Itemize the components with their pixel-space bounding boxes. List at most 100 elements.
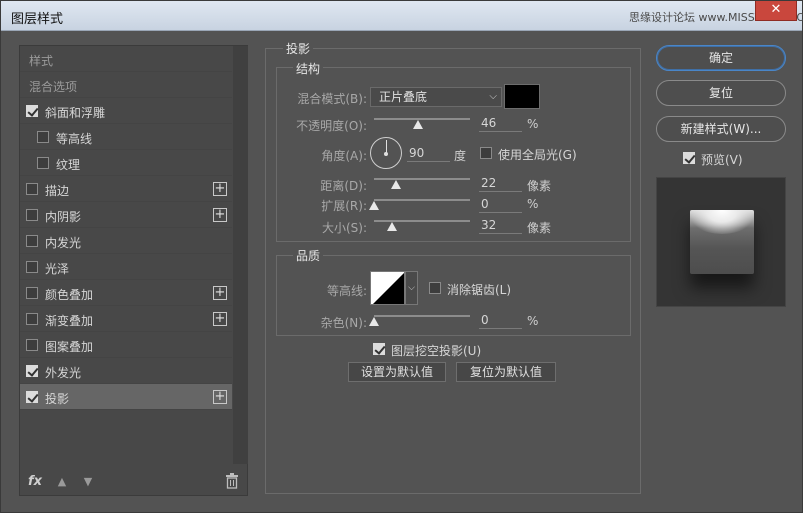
- style-list-item[interactable]: 图案叠加: [20, 332, 232, 358]
- style-checkbox[interactable]: [26, 391, 38, 403]
- window-title: 图层样式: [11, 12, 64, 27]
- style-list-item[interactable]: 渐变叠加 +: [20, 306, 232, 332]
- size-value: 32: [481, 218, 497, 232]
- move-up-icon[interactable]: ▲: [56, 475, 68, 488]
- distance-slider-thumb[interactable]: [391, 180, 401, 189]
- add-effect-icon[interactable]: +: [213, 286, 227, 300]
- noise-label: 杂色(N):: [320, 316, 367, 330]
- style-list-label: 纹理: [56, 158, 81, 172]
- style-checkbox[interactable]: [26, 313, 38, 325]
- preview-thumbnail: [656, 177, 786, 307]
- move-down-icon[interactable]: ▼: [82, 475, 94, 488]
- knockout-label: 图层挖空投影(U): [391, 344, 482, 358]
- style-list-item[interactable]: 样式: [20, 46, 232, 72]
- ok-button[interactable]: 确定: [656, 45, 786, 71]
- size-field[interactable]: 32: [479, 216, 522, 234]
- style-checkbox[interactable]: [26, 261, 38, 273]
- style-list-item[interactable]: 混合选项: [20, 72, 232, 98]
- noise-field[interactable]: 0: [479, 311, 522, 329]
- style-list-item[interactable]: 内阴影 +: [20, 202, 232, 228]
- global-light-label: 使用全局光(G): [498, 148, 577, 162]
- spread-value: 0: [481, 197, 489, 211]
- distance-field[interactable]: 22: [479, 174, 522, 192]
- style-checkbox[interactable]: [26, 209, 38, 221]
- blend-mode-label: 混合模式(B):: [297, 92, 367, 106]
- style-list: 样式 混合选项 斜面和浮雕 等高线 纹理 描边 + 内阴影 + 内发光 光泽 颜色叠加 + 渐变叠加 + 图案…: [20, 46, 232, 410]
- style-list-item[interactable]: 外发光: [20, 358, 232, 384]
- add-effect-icon[interactable]: +: [213, 390, 227, 404]
- style-list-item[interactable]: 描边 +: [20, 176, 232, 202]
- opacity-slider-thumb[interactable]: [413, 120, 423, 129]
- style-list-label: 光泽: [45, 262, 70, 276]
- style-checkbox[interactable]: [26, 235, 38, 247]
- angle-dial[interactable]: [370, 137, 402, 169]
- contour-thumbnail[interactable]: [370, 271, 405, 305]
- preview-label: 预览(V): [701, 153, 743, 167]
- style-list-label: 等高线: [56, 132, 93, 146]
- reset-button[interactable]: 复位: [656, 80, 786, 106]
- antialias-label: 消除锯齿(L): [447, 283, 512, 297]
- distance-slider-track[interactable]: [374, 178, 470, 180]
- contour-curve-icon: [373, 273, 404, 304]
- size-slider-thumb[interactable]: [387, 222, 397, 231]
- style-list-label: 混合选项: [29, 80, 78, 94]
- preview-shape: [690, 210, 754, 274]
- style-checkbox[interactable]: [26, 287, 38, 299]
- antialias-check: [429, 282, 441, 294]
- style-list-item[interactable]: 纹理: [20, 150, 232, 176]
- fx-button[interactable]: fx: [28, 474, 42, 489]
- contour-dropdown[interactable]: ⌵: [405, 271, 418, 305]
- style-checkbox[interactable]: [26, 183, 38, 195]
- style-list-label: 渐变叠加: [45, 314, 94, 328]
- add-effect-icon[interactable]: +: [213, 312, 227, 326]
- add-effect-icon[interactable]: +: [213, 208, 227, 222]
- style-list-label: 描边: [45, 184, 70, 198]
- style-list-label: 斜面和浮雕: [45, 106, 106, 120]
- style-list-item[interactable]: 投影 +: [20, 384, 232, 410]
- shadow-color-swatch[interactable]: [504, 84, 540, 109]
- style-list-item[interactable]: 光泽: [20, 254, 232, 280]
- make-default-button[interactable]: 设置为默认值: [348, 362, 446, 382]
- new-style-button[interactable]: 新建样式(W)...: [656, 116, 786, 142]
- preview-check: [683, 152, 695, 164]
- reset-default-button[interactable]: 复位为默认值: [456, 362, 556, 382]
- style-checkbox[interactable]: [37, 157, 49, 169]
- style-list-item[interactable]: 等高线: [20, 124, 232, 150]
- style-list-label: 样式: [29, 54, 54, 68]
- layer-style-dialog: 图层样式 思缘设计论坛 www.MISSYUAN.COM ✕ 样式 混合选项 斜面和…: [0, 0, 803, 513]
- style-list-scrollbar[interactable]: [233, 46, 248, 464]
- opacity-field[interactable]: 46: [479, 114, 522, 132]
- style-list-item[interactable]: 颜色叠加 +: [20, 280, 232, 306]
- spread-slider-thumb[interactable]: [369, 201, 379, 210]
- style-checkbox[interactable]: [26, 339, 38, 351]
- angle-value: 90: [409, 146, 425, 160]
- global-light-check: [480, 147, 492, 159]
- quality-title: 品质: [293, 247, 324, 264]
- noise-slider-thumb[interactable]: [369, 317, 379, 326]
- style-checkbox[interactable]: [26, 365, 38, 377]
- style-checkbox[interactable]: [26, 105, 38, 117]
- trash-icon[interactable]: [225, 473, 239, 489]
- style-list-label: 颜色叠加: [45, 288, 94, 302]
- style-checkbox[interactable]: [37, 131, 49, 143]
- style-list-item[interactable]: 斜面和浮雕: [20, 98, 232, 124]
- noise-slider-track[interactable]: [374, 315, 470, 317]
- noise-value: 0: [481, 313, 489, 327]
- drop-shadow-title: 投影: [283, 40, 314, 57]
- style-list-label: 图案叠加: [45, 340, 94, 354]
- angle-center-dot: [384, 152, 388, 156]
- style-list-item[interactable]: 内发光: [20, 228, 232, 254]
- close-button[interactable]: ✕: [755, 1, 797, 21]
- blend-mode-value: 正片叠底: [379, 90, 428, 104]
- blend-mode-select[interactable]: 正片叠底 ⌵: [370, 87, 502, 107]
- spread-label: 扩展(R):: [321, 199, 367, 213]
- angle-field[interactable]: 90: [407, 144, 450, 162]
- spread-slider-track[interactable]: [374, 199, 470, 201]
- size-unit: 像素: [527, 221, 552, 235]
- style-list-footer: fx ▲ ▼: [20, 469, 247, 495]
- contour-label: 等高线:: [326, 284, 367, 298]
- distance-value: 22: [481, 176, 497, 190]
- spread-field[interactable]: 0: [479, 195, 522, 213]
- add-effect-icon[interactable]: +: [213, 182, 227, 196]
- distance-unit: 像素: [527, 179, 552, 193]
